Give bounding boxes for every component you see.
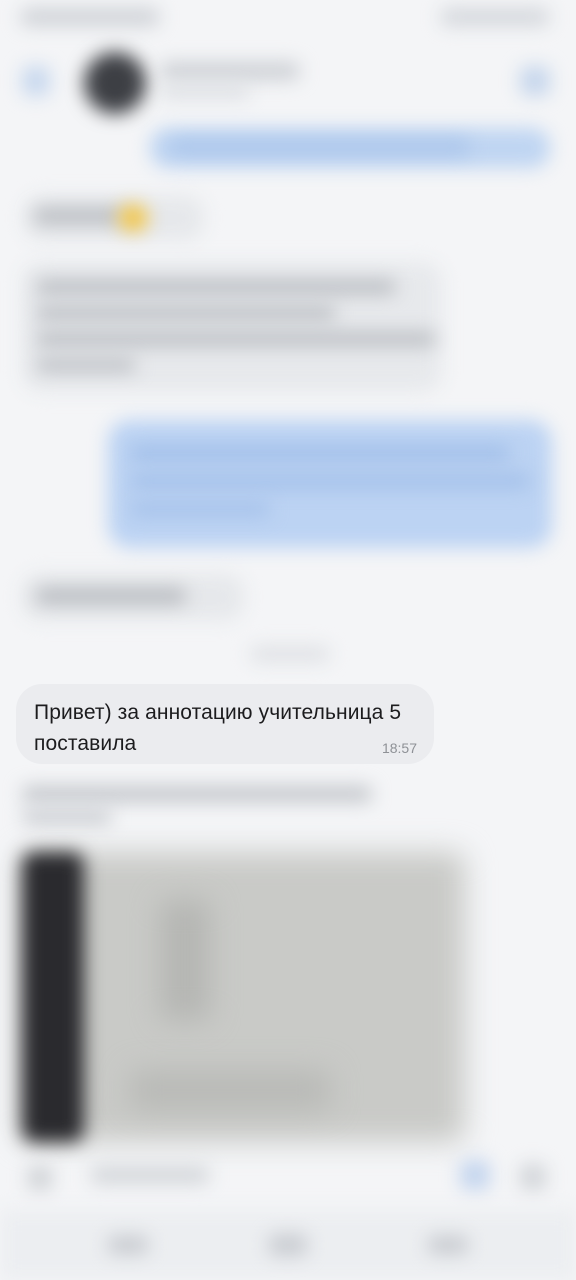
message-text-redacted <box>130 474 530 488</box>
back-button[interactable] <box>428 1236 468 1254</box>
message-text-redacted <box>36 358 136 372</box>
status-bar-left <box>20 8 160 26</box>
message-text-redacted <box>130 446 510 460</box>
phone-icon[interactable] <box>520 66 550 96</box>
avatar[interactable] <box>84 52 146 114</box>
photo-detail <box>130 1070 330 1110</box>
message-text-redacted <box>36 332 436 346</box>
status-bar-right <box>440 8 550 26</box>
message-text: Привет) за аннотацию учительница 5 поста… <box>34 701 402 755</box>
contact-status <box>160 86 250 98</box>
message-text-redacted <box>22 810 112 824</box>
emoji-icon[interactable] <box>520 1164 546 1190</box>
message-text-redacted <box>36 588 186 604</box>
message-text-redacted <box>36 280 396 294</box>
date-separator <box>250 646 330 662</box>
emoji-icon <box>118 204 148 232</box>
message-text-redacted <box>22 786 372 802</box>
message-text-redacted <box>130 502 270 516</box>
focused-incoming-message[interactable]: Привет) за аннотацию учительница 5 поста… <box>16 684 434 764</box>
blurred-background <box>0 0 576 1280</box>
microphone-icon[interactable] <box>460 1160 490 1190</box>
message-text-redacted <box>170 140 470 154</box>
photo-dark-edge <box>22 852 84 1142</box>
message-text-redacted <box>36 306 336 320</box>
message-text-redacted <box>34 208 124 224</box>
recent-apps-button[interactable] <box>108 1236 148 1254</box>
message-input[interactable] <box>90 1166 210 1184</box>
photo-detail <box>160 900 210 1020</box>
home-button[interactable] <box>268 1234 308 1256</box>
contact-name <box>160 62 300 80</box>
paperclip-icon[interactable] <box>28 1166 52 1190</box>
message-timestamp: 18:57 <box>381 740 417 756</box>
back-arrow-icon[interactable] <box>22 66 50 96</box>
